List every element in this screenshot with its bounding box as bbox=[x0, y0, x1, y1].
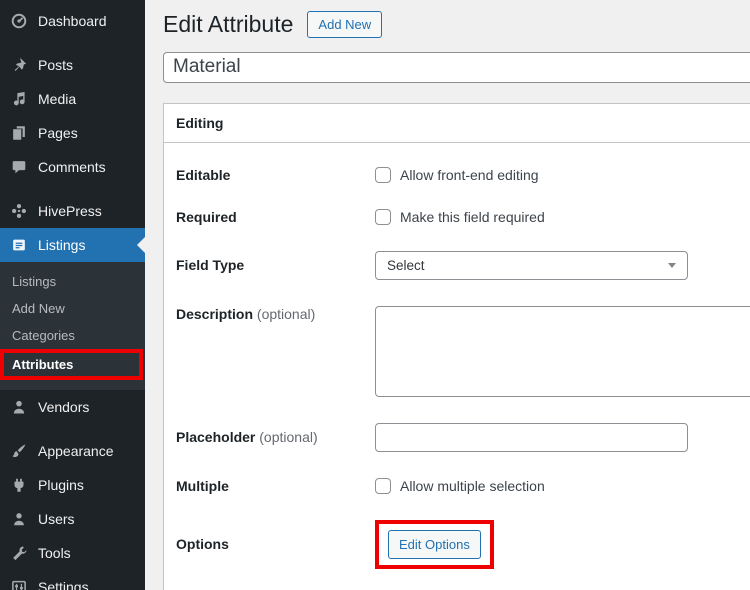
add-new-button[interactable]: Add New bbox=[307, 10, 383, 38]
user-icon bbox=[9, 509, 29, 529]
placeholder-input[interactable] bbox=[375, 422, 688, 452]
sidebar-item-comments[interactable]: Comments bbox=[0, 150, 145, 184]
sidebar-item-users[interactable]: Users bbox=[0, 502, 145, 536]
field-label: Field Type bbox=[176, 257, 245, 274]
sidebar-item-hivepress[interactable]: HivePress bbox=[0, 194, 145, 228]
sidebar-item-label: Tools bbox=[38, 545, 71, 561]
sidebar-separator bbox=[0, 38, 145, 48]
attribute-title-input[interactable] bbox=[163, 51, 750, 83]
paintbrush-icon bbox=[9, 441, 29, 461]
submenu-item-categories[interactable]: Categories bbox=[0, 322, 145, 349]
field-label: Placeholder (optional) bbox=[176, 429, 375, 445]
editable-checkbox[interactable] bbox=[375, 166, 391, 183]
sidebar-item-settings[interactable]: Settings bbox=[0, 570, 145, 590]
sidebar-item-label: Comments bbox=[38, 159, 106, 175]
submenu-item-attributes[interactable]: Attributes bbox=[0, 349, 143, 380]
field-label: Multiple bbox=[176, 477, 229, 494]
main-content: Edit Attribute Add New Editing Editable … bbox=[145, 0, 750, 590]
settings-icon bbox=[9, 577, 29, 590]
field-row-description: Description (optional) bbox=[176, 305, 750, 397]
optional-tag: (optional) bbox=[256, 305, 316, 322]
field-row-field-type: Field Type Select bbox=[176, 250, 750, 280]
sidebar-item-label: Vendors bbox=[38, 399, 90, 415]
media-icon bbox=[9, 89, 29, 109]
editable-checkbox-wrap[interactable]: Allow front-end editing bbox=[375, 166, 539, 183]
sidebar-item-label: Pages bbox=[38, 125, 78, 141]
page-header: Edit Attribute Add New bbox=[163, 10, 750, 39]
sidebar-item-posts[interactable]: Posts bbox=[0, 48, 145, 82]
field-row-placeholder: Placeholder (optional) bbox=[176, 422, 750, 452]
field-row-multiple: Multiple Allow multiple selection bbox=[176, 477, 750, 494]
sidebar-item-listings[interactable]: Listings bbox=[0, 228, 145, 262]
select-value: Select bbox=[387, 257, 425, 273]
field-row-options: Options Edit Options bbox=[176, 519, 750, 569]
sidebar-item-label: Media bbox=[38, 91, 77, 107]
sidebar-item-appearance[interactable]: Appearance bbox=[0, 434, 145, 468]
submenu-item-listings[interactable]: Listings bbox=[0, 268, 145, 295]
plug-icon bbox=[9, 475, 29, 495]
sidebar-item-vendors[interactable]: Vendors bbox=[0, 390, 145, 424]
listings-submenu: Listings Add New Categories Attributes bbox=[0, 262, 145, 390]
wrench-icon bbox=[9, 543, 29, 563]
sidebar-item-label: Settings bbox=[38, 579, 89, 590]
dashboard-icon bbox=[9, 11, 29, 31]
field-label-text: Placeholder bbox=[176, 429, 256, 446]
sidebar-item-plugins[interactable]: Plugins bbox=[0, 468, 145, 502]
metabox-title: Editing bbox=[164, 104, 750, 143]
comment-icon bbox=[9, 157, 29, 177]
multiple-checkbox[interactable] bbox=[375, 477, 391, 494]
field-label: Description (optional) bbox=[176, 306, 375, 322]
pushpin-icon bbox=[9, 55, 29, 75]
sidebar-item-label: Listings bbox=[38, 237, 86, 253]
edit-options-button[interactable]: Edit Options bbox=[388, 529, 481, 559]
page-title: Edit Attribute bbox=[163, 11, 294, 37]
field-label: Editable bbox=[176, 166, 231, 183]
field-row-editable: Editable Allow front-end editing bbox=[176, 166, 750, 183]
editing-metabox: Editing Editable Allow front-end editing… bbox=[163, 102, 750, 590]
sidebar-separator bbox=[0, 424, 145, 434]
sidebar-item-label: Appearance bbox=[38, 443, 114, 459]
metabox-body: Editable Allow front-end editing Require… bbox=[164, 143, 750, 590]
required-checkbox[interactable] bbox=[375, 208, 391, 225]
checkbox-label: Allow multiple selection bbox=[400, 477, 545, 494]
field-label-text: Description bbox=[176, 305, 254, 322]
sidebar-item-media[interactable]: Media bbox=[0, 82, 145, 116]
sidebar-item-label: Posts bbox=[38, 57, 74, 73]
required-checkbox-wrap[interactable]: Make this field required bbox=[375, 208, 545, 225]
checkbox-label: Allow front-end editing bbox=[400, 166, 539, 183]
description-textarea[interactable] bbox=[375, 305, 750, 397]
field-type-select[interactable]: Select bbox=[375, 250, 688, 280]
edit-options-highlight: Edit Options bbox=[375, 519, 494, 569]
sidebar-item-label: HivePress bbox=[38, 203, 102, 219]
sidebar-item-dashboard[interactable]: Dashboard bbox=[0, 4, 145, 38]
sidebar-item-label: Plugins bbox=[38, 477, 84, 493]
sidebar-item-pages[interactable]: Pages bbox=[0, 116, 145, 150]
field-label: Options bbox=[176, 536, 229, 553]
sidebar-item-label: Dashboard bbox=[38, 13, 107, 29]
multiple-checkbox-wrap[interactable]: Allow multiple selection bbox=[375, 477, 545, 494]
sidebar-item-tools[interactable]: Tools bbox=[0, 536, 145, 570]
hivepress-icon bbox=[9, 201, 29, 221]
pages-icon bbox=[9, 123, 29, 143]
optional-tag: (optional) bbox=[259, 429, 318, 446]
listings-icon bbox=[9, 235, 29, 255]
sidebar-separator bbox=[0, 184, 145, 194]
admin-sidebar: Dashboard Posts Media Pages Comments Hiv… bbox=[0, 0, 145, 590]
field-row-required: Required Make this field required bbox=[176, 208, 750, 225]
wordpress-admin: Dashboard Posts Media Pages Comments Hiv… bbox=[0, 0, 750, 590]
vendor-icon bbox=[9, 397, 29, 417]
checkbox-label: Make this field required bbox=[400, 208, 545, 225]
chevron-down-icon bbox=[668, 262, 676, 268]
sidebar-item-label: Users bbox=[38, 511, 75, 527]
submenu-item-add-new[interactable]: Add New bbox=[0, 295, 145, 322]
field-label: Required bbox=[176, 208, 237, 225]
